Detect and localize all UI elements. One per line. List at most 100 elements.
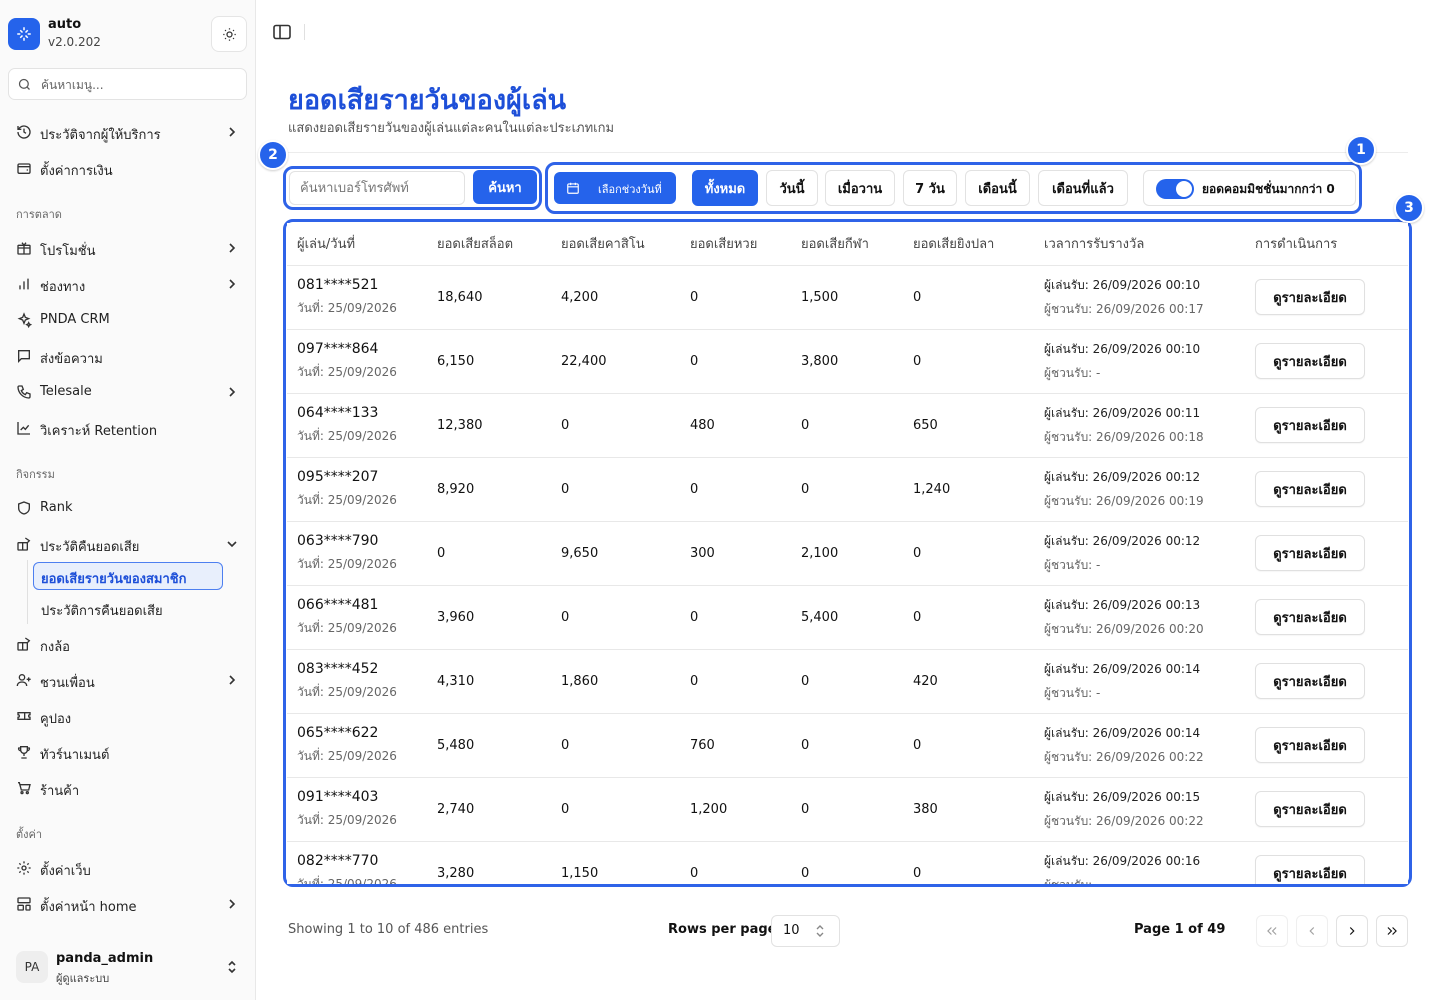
lotto-loss: 0 <box>680 329 791 394</box>
loss-date: วันที่: 25/09/2026 <box>297 364 397 379</box>
player-phone: 065****622 <box>297 724 379 741</box>
sidebar-item-rank[interactable]: Rank <box>8 492 248 524</box>
sidebar-toggle-icon[interactable] <box>272 24 292 40</box>
fish-loss: 650 <box>903 393 1034 458</box>
menu-search-input[interactable] <box>41 75 241 95</box>
sidebar-item-home-settings[interactable]: ตั้งค่าหน้า home <box>8 888 248 920</box>
first-page-button[interactable] <box>1256 915 1288 947</box>
casino-loss: 1,150 <box>551 841 680 884</box>
loss-table-container[interactable]: ผู้เล่น/วันที่ ยอดเสียสล็อต ยอดเสียคาสิโ… <box>287 223 1408 884</box>
column-header[interactable]: ยอดเสียสล็อต <box>427 223 551 266</box>
loss-date: วันที่: 25/09/2026 <box>297 556 397 571</box>
view-detail-button[interactable]: ดูรายละเอียด <box>1255 791 1365 827</box>
column-header[interactable]: ยอดเสียคาสิโน <box>551 223 680 266</box>
filter-today-button[interactable]: วันนี้ <box>766 170 818 206</box>
sidebar-item-coupons[interactable]: คูปอง <box>8 700 248 732</box>
column-header[interactable]: ยอดเสียกีฬา <box>791 223 903 266</box>
view-detail-button[interactable]: ดูรายละเอียด <box>1255 599 1365 635</box>
sport-loss: 0 <box>791 649 903 714</box>
player-phone: 082****770 <box>297 852 379 869</box>
sport-loss: 0 <box>791 841 903 884</box>
sidebar-item-invite-friends[interactable]: ชวนเพื่อน <box>8 664 248 696</box>
sidebar-item-telesale[interactable]: Telesale <box>8 376 248 408</box>
player-claim-time: ผู้เล่นรับ: 26/09/2026 00:10 <box>1044 277 1201 292</box>
rows-per-page-select[interactable]: 10 <box>771 915 840 947</box>
column-header[interactable]: ยอดเสียหวย <box>680 223 791 266</box>
column-header[interactable]: ผู้เล่น/วันที่ <box>287 223 427 266</box>
date-range-label: เลือกช่วงวันที่ <box>598 183 662 196</box>
filter-this-month-button[interactable]: เดือนนี้ <box>965 170 1030 206</box>
layout-icon <box>17 897 31 911</box>
rows-per-page-value: 10 <box>783 923 800 938</box>
filter-last-month-button[interactable]: เดือนที่แล้ว <box>1038 170 1128 206</box>
table-row: 063****790 วันที่: 25/09/2026 0 9,650 300 2,1… <box>287 521 1408 586</box>
user-menu[interactable]: PA panda_admin ผู้ดูแลระบบ <box>8 944 248 990</box>
app-logo-icon[interactable] <box>8 18 40 50</box>
sidebar-item-send-message[interactable]: ส่งข้อความ <box>8 340 248 372</box>
column-header[interactable]: เวลาการรับรางวัล <box>1034 223 1245 266</box>
inviter-claim-time: ผู้ชวนรับ: - <box>1044 685 1101 700</box>
sidebar-item-provider-history[interactable]: ประวัติจากผู้ให้บริการ <box>8 116 248 148</box>
sidebar-item-pnda-crm[interactable]: PNDA CRM <box>8 304 248 336</box>
phone-search-input[interactable] <box>289 171 465 205</box>
sidebar-subitem-refund-history[interactable]: ประวัติการคืนยอดเสีย <box>33 594 223 622</box>
ticket-icon <box>17 712 31 720</box>
filter-all-button[interactable]: ทั้งหมด <box>692 170 758 206</box>
sidebar-subitem-daily-loss[interactable]: ยอดเสียรายวันของสมาชิก <box>33 562 223 590</box>
inviter-claim-time: ผู้ชวนรับ: 26/09/2026 00:19 <box>1044 493 1204 508</box>
table-header-row: ผู้เล่น/วันที่ ยอดเสียสล็อต ยอดเสียคาสิโ… <box>287 223 1408 266</box>
table-row: 066****481 วันที่: 25/09/2026 3,960 0 0 5,400… <box>287 585 1408 650</box>
view-detail-button[interactable]: ดูรายละเอียด <box>1255 279 1365 315</box>
loss-date: วันที่: 25/09/2026 <box>297 428 397 443</box>
action-cell: ดูรายละเอียด <box>1245 713 1408 778</box>
lotto-loss: 300 <box>680 521 791 586</box>
sidebar-item-channels[interactable]: ช่องทาง <box>8 268 248 300</box>
table-row: 081****521 วันที่: 25/09/2026 18,640 4,200 0… <box>287 265 1408 330</box>
last-page-button[interactable] <box>1376 915 1408 947</box>
commission-toggle[interactable] <box>1156 179 1194 199</box>
player-claim-time: ผู้เล่นรับ: 26/09/2026 00:12 <box>1044 469 1201 484</box>
view-detail-button[interactable]: ดูรายละเอียด <box>1255 407 1365 443</box>
fish-loss: 0 <box>903 265 1034 330</box>
sidebar-item-web-settings[interactable]: ตั้งค่าเว็บ <box>8 852 248 884</box>
next-page-button[interactable] <box>1336 915 1368 947</box>
sidebar-item-promotions[interactable]: โปรโมชั่น <box>8 232 248 264</box>
sidebar-item-wheel[interactable]: กงล้อ <box>8 628 248 660</box>
calendar-icon <box>567 182 579 194</box>
view-detail-button[interactable]: ดูรายละเอียด <box>1255 663 1365 699</box>
sidebar-item-loss-refund-history[interactable]: ประวัติคืนยอดเสีย <box>8 528 248 560</box>
view-detail-button[interactable]: ดูรายละเอียด <box>1255 855 1365 884</box>
reward-time-cell: ผู้เล่นรับ: 26/09/2026 00:14 ผู้ชวนรับ: - <box>1034 649 1245 714</box>
shield-icon <box>18 501 30 515</box>
player-cell: 063****790 วันที่: 25/09/2026 <box>287 521 427 586</box>
sport-loss: 5,400 <box>791 585 903 650</box>
column-header[interactable]: ยอดเสียยิงปลา <box>903 223 1034 266</box>
view-detail-button[interactable]: ดูรายละเอียด <box>1255 343 1365 379</box>
theme-toggle-button[interactable] <box>211 16 247 52</box>
lotto-loss: 0 <box>680 841 791 884</box>
date-range-button[interactable]: เลือกช่วงวันที่ <box>554 172 676 204</box>
sidebar-item-shop[interactable]: ร้านค้า <box>8 772 248 804</box>
lotto-loss: 0 <box>680 265 791 330</box>
chevron-right-icon <box>229 243 236 253</box>
view-detail-button[interactable]: ดูรายละเอียด <box>1255 535 1365 571</box>
history-icon <box>17 125 31 139</box>
sidebar-item-tournament[interactable]: ทัวร์นาเมนต์ <box>8 736 248 768</box>
fish-loss: 0 <box>903 585 1034 650</box>
lotto-loss: 1,200 <box>680 777 791 842</box>
sidebar-item-finance-settings[interactable]: ตั้งค่าการเงิน <box>8 152 248 184</box>
section-settings: ตั้งค่า <box>16 828 43 841</box>
filter-yesterday-button[interactable]: เมื่อวาน <box>825 170 895 206</box>
search-button[interactable]: ค้นหา <box>473 170 537 204</box>
view-detail-button[interactable]: ดูรายละเอียด <box>1255 727 1365 763</box>
view-detail-button[interactable]: ดูรายละเอียด <box>1255 471 1365 507</box>
fish-loss: 0 <box>903 713 1034 778</box>
sport-loss: 0 <box>791 713 903 778</box>
message-icon <box>18 350 30 363</box>
filter-7days-button[interactable]: 7 วัน <box>903 170 957 206</box>
inviter-claim-time: ผู้ชวนรับ: 26/09/2026 00:18 <box>1044 429 1204 444</box>
player-phone: 095****207 <box>297 468 379 485</box>
slot-loss: 3,960 <box>427 585 551 650</box>
prev-page-button[interactable] <box>1296 915 1328 947</box>
sidebar-item-retention[interactable]: วิเคราะห์ Retention <box>8 412 248 444</box>
